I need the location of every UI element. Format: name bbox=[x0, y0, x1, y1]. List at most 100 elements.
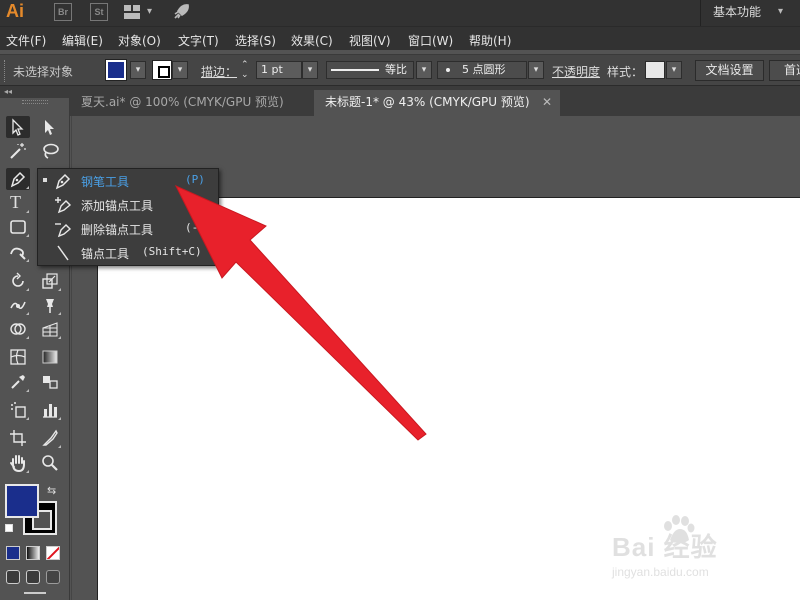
menu-edit[interactable]: 编辑(E) bbox=[62, 32, 103, 49]
stroke-swatch[interactable] bbox=[152, 60, 172, 80]
rectangle-icon bbox=[10, 220, 26, 234]
rectangle-tool[interactable] bbox=[6, 216, 30, 238]
type-tool[interactable]: T bbox=[6, 192, 30, 214]
blend-tool[interactable] bbox=[38, 371, 62, 393]
zoom-tool[interactable] bbox=[38, 452, 62, 474]
rotate-icon bbox=[12, 272, 24, 287]
menu-bar: 文件(F) 编辑(E) 对象(O) 文字(T) 选择(S) 效果(C) 视图(V… bbox=[0, 26, 800, 50]
screen-mode-icon[interactable] bbox=[24, 592, 46, 600]
flyout-item-anchor-point[interactable]: 锚点工具 (Shift+C) bbox=[38, 241, 218, 265]
width-tool[interactable] bbox=[6, 294, 30, 316]
menu-type[interactable]: 文字(T) bbox=[178, 32, 219, 49]
perspective-grid-tool[interactable] bbox=[38, 318, 62, 340]
slice-tool[interactable] bbox=[38, 427, 62, 449]
arrange-documents-icon[interactable] bbox=[124, 5, 140, 19]
perspective-grid-icon bbox=[42, 322, 58, 337]
bridge-button[interactable]: Br bbox=[54, 3, 72, 21]
column-graph-icon bbox=[43, 404, 57, 418]
tab-title: 夏天.ai* @ 100% (CMYK/GPU 预览) bbox=[81, 95, 284, 109]
stroke-label[interactable]: 描边： bbox=[201, 63, 237, 80]
flyout-item-pen[interactable]: 钢笔工具 (P) bbox=[38, 169, 218, 193]
workspace-label: 基本功能 bbox=[713, 5, 762, 19]
tab-untitled[interactable]: 未标题-1* @ 43% (CMYK/GPU 预览) ✕ bbox=[314, 90, 560, 116]
flyout-item-add-anchor[interactable]: 添加锚点工具 bbox=[38, 193, 218, 217]
magic-wand-tool[interactable] bbox=[6, 140, 30, 162]
lasso-tool[interactable] bbox=[38, 140, 62, 162]
slice-icon bbox=[42, 429, 58, 446]
menu-object[interactable]: 对象(O) bbox=[118, 32, 161, 49]
gradient-tool[interactable] bbox=[38, 346, 62, 368]
control-bar: 未选择对象 ▾ ▾ 描边： ⌃ ⌄ 1 pt ▾ 等比 ▾ 5 点圆形 ▾ 不透明… bbox=[0, 54, 800, 86]
artboard-tool[interactable] bbox=[6, 427, 30, 449]
menu-effect[interactable]: 效果(C) bbox=[291, 32, 333, 49]
chevron-down-icon[interactable]: ▾ bbox=[147, 6, 152, 17]
draw-behind-icon[interactable] bbox=[26, 570, 40, 584]
variable-width-profile[interactable]: 等比 bbox=[326, 61, 414, 79]
symbol-sprayer-tool[interactable] bbox=[6, 399, 30, 421]
close-icon[interactable]: ✕ bbox=[542, 90, 552, 114]
menu-view[interactable]: 视图(V) bbox=[349, 32, 391, 49]
panel-grip[interactable] bbox=[4, 60, 7, 82]
preferences-button[interactable]: 首选 bbox=[769, 60, 800, 81]
stroke-stepper-icon[interactable]: ⌃ ⌄ bbox=[241, 60, 249, 80]
default-colors-icon[interactable] bbox=[5, 524, 13, 532]
scale-tool[interactable] bbox=[38, 270, 62, 292]
selection-tool[interactable] bbox=[6, 116, 30, 138]
brush-definition[interactable]: 5 点圆形 bbox=[437, 61, 527, 79]
width-icon bbox=[10, 301, 26, 310]
stroke-weight-dropdown[interactable]: ▾ bbox=[302, 61, 318, 79]
selected-bullet-icon bbox=[43, 178, 47, 182]
document-setup-button[interactable]: 文档设置 bbox=[695, 60, 764, 81]
collapse-panel-button[interactable]: ◂◂ bbox=[0, 86, 70, 98]
gradient-mode-icon[interactable] bbox=[26, 546, 40, 560]
panel-grip[interactable] bbox=[22, 100, 48, 104]
zoom-icon bbox=[42, 455, 58, 471]
puppet-warp-tool[interactable] bbox=[38, 294, 62, 316]
menu-select[interactable]: 选择(S) bbox=[235, 32, 276, 49]
tab-summer[interactable]: 夏天.ai* @ 100% (CMYK/GPU 预览) bbox=[70, 90, 314, 116]
graphic-style-swatch[interactable] bbox=[645, 61, 665, 79]
stroke-weight-field[interactable]: 1 pt bbox=[256, 61, 302, 79]
flyout-item-label: 删除锚点工具 bbox=[81, 223, 154, 237]
shaper-tool[interactable] bbox=[6, 241, 30, 263]
type-icon: T bbox=[10, 192, 21, 212]
pen-icon bbox=[55, 173, 71, 190]
swap-fill-stroke-icon[interactable]: ⇆ bbox=[47, 484, 56, 497]
profile-dropdown[interactable]: ▾ bbox=[416, 61, 432, 79]
rotate-tool[interactable] bbox=[6, 270, 30, 292]
fill-dropdown[interactable]: ▾ bbox=[130, 61, 146, 79]
gpu-performance-icon[interactable] bbox=[172, 3, 190, 25]
opacity-label[interactable]: 不透明度 bbox=[552, 63, 600, 80]
mesh-tool[interactable] bbox=[6, 346, 30, 368]
column-graph-tool[interactable] bbox=[38, 399, 62, 421]
tab-title: 未标题-1* @ 43% (CMYK/GPU 预览) bbox=[325, 95, 530, 109]
brush-label: 5 点圆形 bbox=[462, 63, 506, 76]
brush-dot-icon bbox=[446, 68, 450, 72]
gradient-icon bbox=[42, 350, 58, 364]
draw-normal-icon[interactable] bbox=[6, 570, 20, 584]
menu-window[interactable]: 窗口(W) bbox=[408, 32, 453, 49]
direct-selection-tool[interactable] bbox=[38, 116, 62, 138]
workspace-switcher[interactable]: 基本功能 ▾ bbox=[700, 0, 800, 26]
brush-dropdown[interactable]: ▾ bbox=[528, 61, 544, 79]
stroke-dropdown[interactable]: ▾ bbox=[172, 61, 188, 79]
style-dropdown[interactable]: ▾ bbox=[666, 61, 682, 79]
hand-tool[interactable] bbox=[6, 452, 30, 474]
flyout-item-delete-anchor[interactable]: 删除锚点工具 (- bbox=[38, 217, 218, 241]
fill-color-box[interactable] bbox=[5, 484, 39, 518]
shape-builder-tool[interactable] bbox=[6, 318, 30, 340]
none-mode-icon[interactable] bbox=[46, 546, 60, 560]
profile-line-icon bbox=[331, 69, 379, 71]
eyedropper-tool[interactable] bbox=[6, 371, 30, 393]
fill-swatch[interactable] bbox=[105, 59, 127, 81]
flyout-item-label: 锚点工具 bbox=[81, 247, 130, 261]
color-mode-icon[interactable] bbox=[6, 546, 20, 560]
lasso-icon bbox=[43, 143, 59, 159]
pen-tool[interactable] bbox=[6, 168, 30, 190]
menu-help[interactable]: 帮助(H) bbox=[469, 32, 511, 49]
draw-inside-icon[interactable] bbox=[46, 570, 60, 584]
selection-status: 未选择对象 bbox=[13, 65, 74, 79]
stock-button[interactable]: St bbox=[90, 3, 108, 21]
title-bar: Ai Br St ▾ 基本功能 ▾ bbox=[0, 0, 800, 26]
menu-file[interactable]: 文件(F) bbox=[6, 32, 46, 49]
